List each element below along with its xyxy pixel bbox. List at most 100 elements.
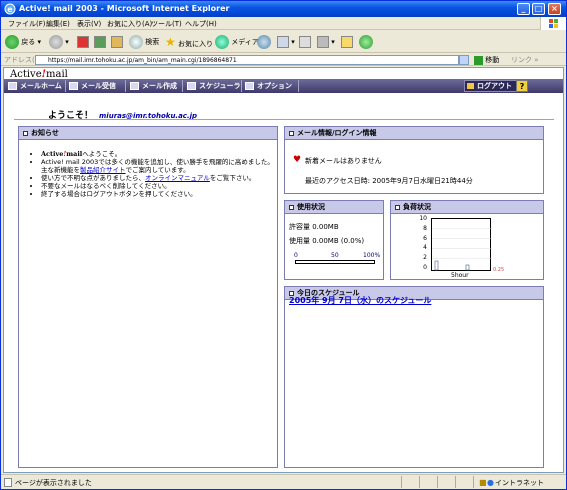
favorites-button[interactable]: ★ お気に入り [165,34,213,50]
back-button[interactable]: 戻る ▾ [5,34,41,50]
search-icon [129,35,143,49]
toolbar: 戻る ▾ ▾ 検索 ★ お気に入り メディア ▾ ▾ [1,31,566,53]
forward-arrow-icon [49,35,63,49]
last-access: 最近のアクセス日時: 2005年9月7日水曜日21時44分 [305,177,473,185]
window-title: Active! mail 2003 - Microsoft Internet E… [19,4,230,13]
svg-text:e: e [7,5,13,14]
nav-mail-home[interactable]: メールホーム [6,80,62,92]
edit-button[interactable]: ▾ [317,34,335,50]
history-button[interactable] [257,34,271,50]
lock-icon: ■ [479,478,487,487]
print-icon [299,36,311,48]
logout-icon [467,83,474,89]
nav-scheduler[interactable]: スケジューラ [185,80,241,92]
address-input[interactable]: https://mail.imr.tohoku.ac.jp/am_bin/am_… [35,55,459,65]
menu-help[interactable]: ヘルプ(H) [185,19,217,29]
load-chart [431,218,492,271]
online-manual-link[interactable]: オンラインマニュアル [145,174,210,182]
usage-panel: 使用状況 許容量 0.00MB 使用量 0.00MB (0.0%) 0 50 1… [284,200,384,280]
inbox-icon [69,82,78,90]
messenger-icon [359,35,373,49]
edit-icon [317,36,329,48]
list-item: Active! mail 2003では多くの機能を追加し、使い勝手を飛躍的に高め… [41,158,277,174]
messenger-button[interactable] [359,34,373,50]
title-bar: e Active! mail 2003 - Microsoft Internet… [1,1,566,17]
notice-list: Active!mailへようこそ。 Active! mail 2003では多くの… [19,150,277,198]
zone-label: イントラネット [495,479,544,487]
address-dropdown-icon[interactable] [459,55,469,65]
home-icon [8,82,17,90]
ie-icon: e [4,3,16,15]
status-message: ページが表示されました [15,479,92,487]
discuss-button[interactable] [341,34,353,50]
browser-window: e Active! mail 2003 - Microsoft Internet… [0,0,567,490]
new-mail-status: ♥ 新着メールはありません [293,155,382,165]
schedule-panel: 今日のスケジュール 2005年 9月 7日（水）のスケジュール [284,286,544,468]
home-icon [111,36,123,48]
forward-button[interactable]: ▾ [49,34,69,50]
divider [14,119,554,120]
load-y-tick: 8 [423,224,427,232]
page-content: Active!mail メールホーム メール受信 メール作成 スケジューラ オプ… [3,67,564,473]
status-bar: ページが表示されました ■ ● イントラネット [1,474,566,489]
menu-tools[interactable]: ツール(T) [151,19,182,29]
address-bar: アドレス(D) https://mail.imr.tohoku.ac.jp/am… [1,54,566,66]
notice-panel: お知らせ Active!mailへようこそ。 Active! mail 2003… [18,126,278,468]
options-icon [245,82,254,90]
windows-logo [540,17,566,30]
intranet-icon: ● [487,478,494,487]
stop-button[interactable] [77,34,89,50]
menu-edit[interactable]: 編集(E) [46,19,70,29]
print-button[interactable] [299,34,311,50]
load-y-tick: 6 [423,234,427,242]
mail-info-header: メール情報/ログイン情報 [285,127,543,140]
app-nav-bar: メールホーム メール受信 メール作成 スケジューラ オプション ログアウト ? [4,79,563,93]
mail-icon [277,36,289,48]
close-button[interactable]: × [548,3,561,15]
schedule-link[interactable]: 2005年 9月 7日（水）のスケジュール [289,295,431,306]
usage-header: 使用状況 [285,201,383,214]
menu-favorites[interactable]: お気に入り(A) [107,19,152,29]
nav-mail-compose[interactable]: メール作成 [128,80,177,92]
list-item: 終了する場合はログアウトボタンを押してください。 [41,190,277,198]
list-item: 不要なメールはなるべく削除してください。 [41,182,277,190]
logout-button[interactable]: ログアウト [464,80,517,92]
maximize-button[interactable]: □ [532,3,545,15]
compose-icon [130,82,139,90]
menu-view[interactable]: 表示(V) [77,19,101,29]
calendar-icon [187,82,196,90]
folder-icon [341,36,353,48]
list-item: Active!mailへようこそ。 [41,150,277,158]
media-icon [215,35,229,49]
load-bar [465,264,470,271]
used-text: 使用量 0.00MB (0.0%) [289,237,365,245]
quota-text: 許容量 0.00MB [289,223,339,231]
notice-header: お知らせ [19,127,277,140]
go-button[interactable]: 移動 [474,55,499,65]
menu-bar: ファイル(F) 編集(E) 表示(V) お気に入り(A) ツール(T) ヘルプ(… [1,17,566,30]
minimize-button[interactable]: _ [517,3,530,15]
mail-info-panel: メール情報/ログイン情報 ♥ 新着メールはありません 最近のアクセス日時: 200… [284,126,544,194]
load-header: 負荷状況 [391,201,543,214]
refresh-icon [94,36,106,48]
media-button[interactable]: メディア [215,34,259,50]
help-button[interactable]: ? [516,80,528,92]
links-button[interactable]: リンク » [511,55,539,65]
search-button[interactable]: 検索 [129,34,159,50]
usage-bar [295,260,375,264]
menu-file[interactable]: ファイル(F) [8,19,46,29]
star-icon: ★ [165,35,176,49]
refresh-button[interactable] [94,34,106,50]
load-y-tick: 10 [419,215,427,222]
heart-icon: ♥ [293,155,302,165]
product-site-link[interactable]: 製品紹介サイト [80,166,126,174]
go-arrow-icon [474,55,483,65]
nav-options[interactable]: オプション [243,80,292,92]
load-bar [434,260,439,271]
load-x-label: 5hour [451,272,469,279]
mail-button[interactable]: ▾ [277,34,295,50]
home-button[interactable] [111,34,123,50]
history-icon [257,35,271,49]
nav-mail-receive[interactable]: メール受信 [67,80,116,92]
load-y-tick: 4 [423,244,427,252]
